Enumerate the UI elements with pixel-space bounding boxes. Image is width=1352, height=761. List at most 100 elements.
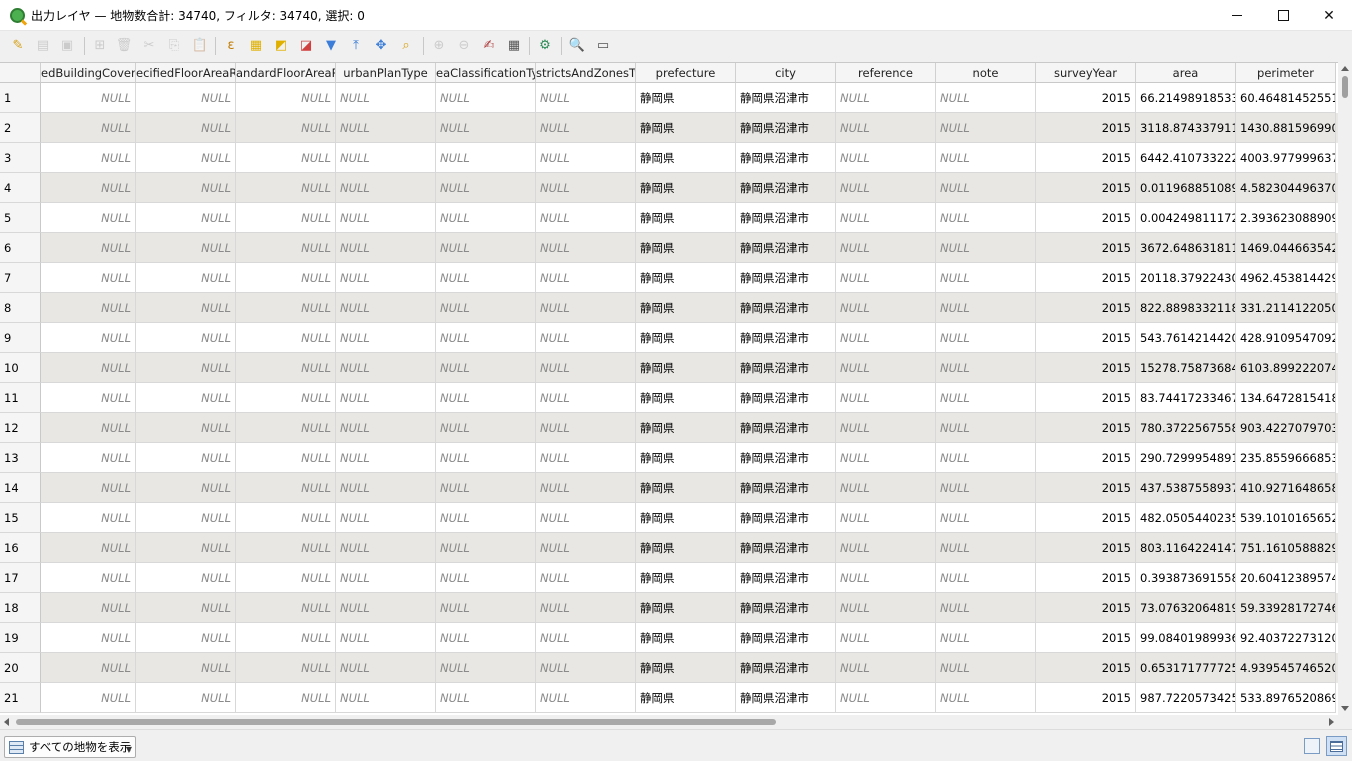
table-cell[interactable]: 静岡県沼津市 [736,623,836,653]
row-header[interactable]: 19 [0,623,41,653]
table-cell[interactable]: NULL [136,623,236,653]
table-cell[interactable]: NULL [236,683,336,713]
table-cell[interactable]: NULL [536,323,636,353]
table-cell[interactable]: NULL [336,293,436,323]
table-cell[interactable]: 4.582304496370... [1236,173,1336,203]
column-header[interactable]: andardFloorAreaRa [236,63,336,83]
table-cell[interactable]: NULL [41,533,136,563]
table-cell[interactable]: NULL [436,563,536,593]
table-cell[interactable]: NULL [936,113,1036,143]
table-cell[interactable]: NULL [236,653,336,683]
table-cell[interactable]: NULL [41,323,136,353]
field-calculator-icon[interactable]: ✍ [481,38,497,54]
table-cell[interactable]: 2015 [1036,653,1136,683]
column-header[interactable]: urbanPlanType [336,63,436,83]
table-cell[interactable]: NULL [41,353,136,383]
table-cell[interactable]: 2015 [1036,623,1136,653]
table-cell[interactable]: NULL [836,113,936,143]
table-cell[interactable]: NULL [336,503,436,533]
table-cell[interactable]: NULL [336,413,436,443]
table-cell[interactable]: 静岡県 [636,443,736,473]
invert-selection-icon[interactable]: ◩ [273,38,289,54]
table-row[interactable]: 10 NULL NULL NULL NULL NULL NULL 静岡県 静岡県沼津市 NULL N… [0,353,1338,383]
table-cell[interactable]: NULL [236,323,336,353]
table-cell[interactable]: NULL [236,383,336,413]
table-cell[interactable]: 静岡県沼津市 [736,143,836,173]
table-cell[interactable]: NULL [836,503,936,533]
table-cell[interactable]: 静岡県沼津市 [736,413,836,443]
table-cell[interactable]: NULL [436,383,536,413]
table-cell[interactable]: NULL [236,173,336,203]
table-cell[interactable]: 静岡県沼津市 [736,203,836,233]
table-cell[interactable]: NULL [836,353,936,383]
conditional-format-icon[interactable]: ▦ [506,38,522,54]
table-cell[interactable]: 482.0505440235... [1136,503,1236,533]
table-cell[interactable]: NULL [136,503,236,533]
table-cell[interactable]: NULL [836,293,936,323]
table-cell[interactable]: NULL [41,473,136,503]
table-cell[interactable]: 静岡県 [636,113,736,143]
table-cell[interactable]: NULL [41,563,136,593]
table-cell[interactable]: NULL [436,593,536,623]
row-header[interactable]: 13 [0,443,41,473]
scroll-up-arrow-icon[interactable] [1341,66,1349,71]
table-cell[interactable]: NULL [836,263,936,293]
row-header[interactable]: 14 [0,473,41,503]
pencil-icon[interactable]: ✎ [10,38,26,54]
table-cell[interactable]: 静岡県 [636,83,736,113]
column-header[interactable]: edBuildingCoverag [41,63,136,83]
table-cell[interactable]: NULL [436,683,536,713]
maximize-button[interactable] [1260,0,1306,31]
table-cell[interactable]: NULL [336,383,436,413]
table-cell[interactable]: NULL [41,383,136,413]
table-cell[interactable]: NULL [236,203,336,233]
table-cell[interactable]: 静岡県 [636,473,736,503]
table-cell[interactable]: NULL [136,323,236,353]
table-cell[interactable]: NULL [836,323,936,353]
table-cell[interactable]: NULL [41,83,136,113]
scroll-right-arrow-icon[interactable] [1329,718,1334,726]
table-cell[interactable]: NULL [136,443,236,473]
table-cell[interactable]: NULL [236,293,336,323]
table-cell[interactable]: 987.7220573425... [1136,683,1236,713]
column-header[interactable]: note [936,63,1036,83]
table-cell[interactable]: NULL [536,623,636,653]
table-cell[interactable]: NULL [336,173,436,203]
table-cell[interactable]: NULL [41,683,136,713]
table-cell[interactable]: 2015 [1036,383,1136,413]
form-view-icon[interactable] [1304,738,1320,754]
dock-icon[interactable]: 🔍 [569,38,585,54]
table-cell[interactable]: NULL [136,383,236,413]
table-cell[interactable]: 2015 [1036,503,1136,533]
table-cell[interactable]: 410.9271648658... [1236,473,1336,503]
table-cell[interactable]: NULL [136,473,236,503]
table-cell[interactable]: 66.21498918533... [1136,83,1236,113]
table-cell[interactable]: 静岡県 [636,353,736,383]
table-row[interactable]: 4 NULL NULL NULL NULL NULL NULL 静岡県 静岡県沼津市 NULL NU… [0,173,1338,203]
table-cell[interactable]: NULL [936,653,1036,683]
row-header[interactable]: 3 [0,143,41,173]
table-cell[interactable]: NULL [936,473,1036,503]
table-cell[interactable]: NULL [236,563,336,593]
table-cell[interactable]: 2015 [1036,353,1136,383]
table-cell[interactable]: 静岡県沼津市 [736,683,836,713]
table-cell[interactable]: 2015 [1036,473,1136,503]
row-header[interactable]: 1 [0,83,41,113]
table-cell[interactable]: 4003.977999637... [1236,143,1336,173]
table-cell[interactable]: NULL [836,593,936,623]
row-header[interactable]: 15 [0,503,41,533]
table-cell[interactable]: 静岡県沼津市 [736,83,836,113]
table-cell[interactable]: NULL [936,533,1036,563]
table-cell[interactable]: 静岡県沼津市 [736,293,836,323]
column-header[interactable]: strictsAndZonesTyp [536,63,636,83]
table-cell[interactable]: 静岡県沼津市 [736,113,836,143]
table-row[interactable]: 9 NULL NULL NULL NULL NULL NULL 静岡県 静岡県沼津市 NULL NU… [0,323,1338,353]
table-cell[interactable]: NULL [41,143,136,173]
row-header[interactable]: 7 [0,263,41,293]
table-cell[interactable]: NULL [336,263,436,293]
table-cell[interactable]: NULL [936,263,1036,293]
table-cell[interactable]: NULL [436,443,536,473]
table-cell[interactable]: NULL [836,623,936,653]
table-cell[interactable]: 20118.37922430... [1136,263,1236,293]
actions-icon[interactable]: ⚙ [537,38,553,54]
